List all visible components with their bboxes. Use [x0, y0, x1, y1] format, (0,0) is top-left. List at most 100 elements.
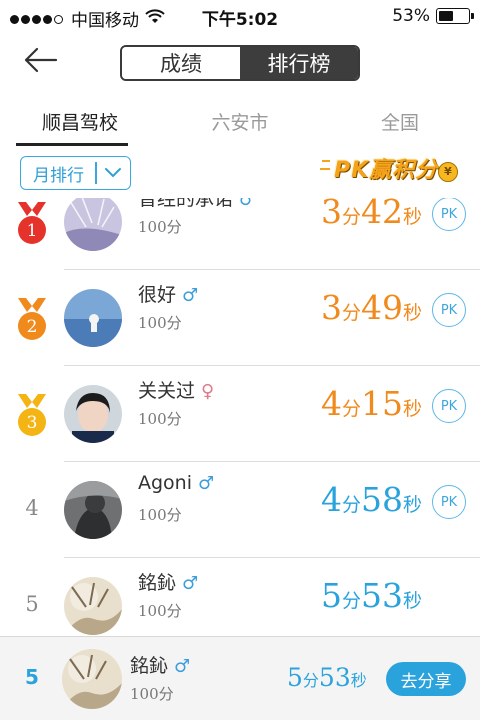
time-seconds: 49 [360, 288, 403, 327]
pk-decoration [322, 160, 330, 162]
user-name-text: 关关过 [138, 380, 196, 402]
male-icon: ♂ [182, 285, 199, 306]
status-bar: 中国移动 下午5:02 53% [0, 0, 480, 32]
completion-time: 4分58秒 [321, 480, 422, 519]
medal-icon: 1 [18, 202, 46, 244]
arrow-left-icon [24, 47, 58, 73]
pk-button[interactable]: PK [432, 198, 466, 231]
my-time-sec-unit: 秒 [350, 671, 367, 690]
user-score: 100分 [138, 602, 182, 620]
time-min-unit: 分 [341, 302, 361, 324]
avatar[interactable] [64, 289, 122, 347]
period-select[interactable]: 月排行 [20, 156, 131, 190]
ranking-row[interactable]: 3 关关过 ♀ 100分 4分15秒 PK [0, 366, 480, 462]
completion-time: 3分49秒 [321, 288, 422, 327]
time-minutes: 5 [320, 576, 342, 615]
female-icon: ♀ [201, 381, 215, 402]
my-rank-bar: 5 銘鈊 ♂ 100分 5分53秒 去分享 [0, 636, 480, 720]
my-time-minutes: 5 [287, 663, 303, 692]
medal-icon: 2 [18, 298, 46, 340]
medal-rank-number: 1 [27, 221, 38, 241]
avatar-image [64, 198, 122, 251]
time-min-unit: 分 [341, 590, 361, 612]
avatar-image [64, 385, 122, 443]
segmented-control: 成绩 排行榜 [120, 45, 360, 81]
status-right: 53% [392, 6, 474, 26]
male-icon: ♂ [239, 198, 256, 210]
user-name-text: 銘鈊 [138, 572, 177, 594]
ranking-row[interactable]: 5 銘鈊 ♂ 100分 5分53秒 [0, 558, 480, 636]
tab-city[interactable]: 六安市 [160, 100, 320, 146]
avatar[interactable] [64, 481, 122, 539]
ranking-list: 1 曾经的承诺 ♂ 100分 3分42秒 PK 2 很好 ♂ 100分 3分49秒 PK 3 关关过 ♀ 10… [0, 198, 480, 636]
tab-leaderboard[interactable]: 排行榜 [240, 47, 358, 79]
time-sec-unit: 秒 [402, 302, 422, 324]
tab-national-label: 全国 [380, 112, 419, 134]
user-name: Agoni ♂ [138, 472, 214, 494]
time-sec-unit: 秒 [402, 398, 422, 420]
user-score: 100分 [138, 506, 182, 524]
my-name-text: 銘鈊 [130, 655, 169, 677]
battery-fill [439, 11, 453, 21]
time-seconds: 15 [360, 384, 403, 423]
period-label: 月排行 [33, 165, 84, 186]
rank-number: 4 [25, 496, 39, 520]
time-sec-unit: 秒 [402, 206, 422, 228]
user-name: 銘鈊 ♂ [138, 568, 198, 595]
battery-icon [436, 8, 474, 24]
tab-school[interactable]: 顺昌驾校 [0, 100, 160, 146]
ranking-row[interactable]: 4 Agoni ♂ 100分 4分58秒 PK [0, 462, 480, 558]
coin-icon: ¥ [438, 162, 458, 182]
pk-decoration [320, 168, 330, 170]
medal-rank-number: 2 [27, 317, 38, 337]
back-button[interactable] [22, 44, 58, 76]
my-rank-number: 5 [25, 665, 39, 689]
tab-scores[interactable]: 成绩 [122, 47, 240, 79]
user-name: 曾经的承诺 ♂ [138, 198, 255, 211]
user-name: 很好 ♂ [138, 280, 198, 307]
time-minutes: 3 [320, 198, 342, 231]
user-name-text: 很好 [138, 284, 177, 306]
time-min-unit: 分 [341, 398, 361, 420]
avatar[interactable] [64, 385, 122, 443]
completion-time: 3分42秒 [321, 198, 422, 231]
user-name-text: Agoni [138, 472, 193, 494]
pk-button[interactable]: PK [432, 293, 466, 327]
my-avatar[interactable] [62, 649, 122, 709]
avatar-image [62, 649, 122, 709]
share-button[interactable]: 去分享 [386, 662, 466, 696]
rank-number: 5 [25, 592, 39, 616]
medal-rank-number: 3 [27, 413, 38, 433]
time-sec-unit: 秒 [402, 590, 422, 612]
my-time-seconds: 53 [318, 663, 351, 692]
tab-city-label: 六安市 [211, 112, 269, 134]
pk-points-banner[interactable]: PK赢积分 ¥ [320, 152, 462, 190]
pk-button[interactable]: PK [432, 389, 466, 423]
region-tabs: 顺昌驾校 六安市 全国 [0, 100, 480, 146]
avatar-image [64, 289, 122, 347]
my-time: 5分53秒 [287, 663, 367, 692]
user-name-text: 曾经的承诺 [138, 198, 234, 210]
completion-time: 4分15秒 [321, 384, 422, 423]
avatar-image [64, 577, 122, 635]
avatar[interactable] [64, 198, 122, 251]
my-name: 銘鈊 ♂ [130, 651, 190, 678]
time-sec-unit: 秒 [402, 494, 422, 516]
male-icon: ♂ [198, 473, 215, 494]
male-icon: ♂ [174, 656, 191, 677]
avatar-image [64, 481, 122, 539]
battery-percent: 53% [392, 6, 430, 26]
medal-icon: 3 [18, 394, 46, 436]
my-time-min-unit: 分 [302, 671, 319, 690]
battery-cap [471, 13, 474, 19]
pk-banner-text: PK赢积分 [334, 158, 439, 183]
avatar[interactable] [64, 577, 122, 635]
male-icon: ♂ [182, 573, 199, 594]
pk-button[interactable]: PK [432, 485, 466, 519]
ranking-row[interactable]: 2 很好 ♂ 100分 3分49秒 PK [0, 270, 480, 366]
ranking-row[interactable]: 1 曾经的承诺 ♂ 100分 3分42秒 PK [0, 198, 480, 270]
active-tab-underline [16, 143, 128, 146]
user-score: 100分 [138, 410, 182, 428]
tab-national[interactable]: 全国 [320, 100, 480, 146]
time-minutes: 4 [320, 480, 342, 519]
